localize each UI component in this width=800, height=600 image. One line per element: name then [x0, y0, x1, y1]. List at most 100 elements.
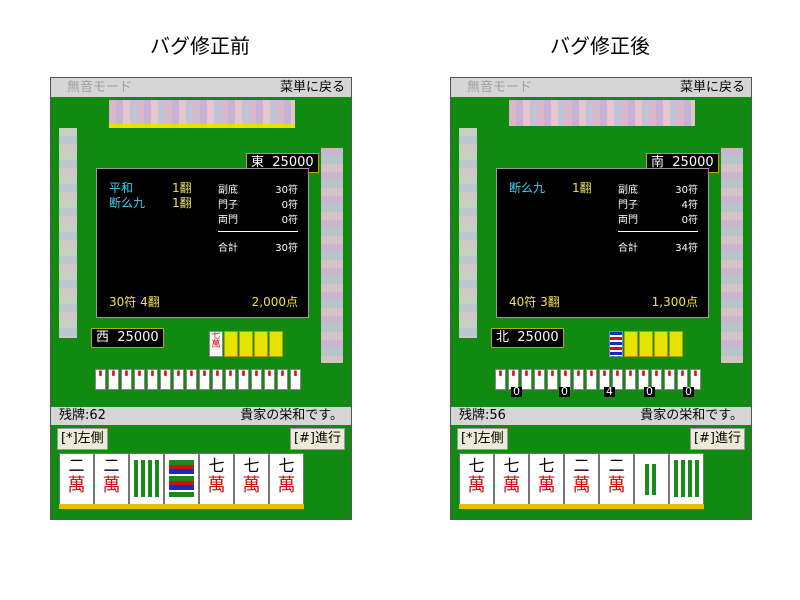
seat-tag-west: 西 25000	[91, 328, 164, 348]
dora-tile-back	[239, 331, 253, 357]
tile-number: 七	[503, 456, 520, 475]
game-screen-after: 無音モード 菜単に戻る 南 25000 断么九 1翻 副底 30符 門子 4符 …	[450, 77, 752, 520]
hand-edge	[459, 504, 704, 509]
opponent-left-wall	[59, 128, 77, 338]
tile-suit: 萬	[537, 475, 556, 496]
discard-tile: ▮	[160, 369, 171, 390]
opponent-top-wall-edge	[109, 124, 295, 128]
discard-count: 0	[559, 385, 570, 398]
proceed-softkey[interactable]: [#]進行	[689, 428, 745, 450]
left-softkey[interactable]: [*]左側	[457, 428, 508, 450]
discard-tile: ▮	[225, 369, 236, 390]
win-result-dialog: 断么九 1翻 副底 30符 門子 4符 両門 0符 合計 34符 40符 3翻 …	[496, 168, 709, 318]
top-bar: 無音モード 菜単に戻る	[451, 78, 751, 97]
discard-tile: ▮	[290, 369, 301, 390]
hand-tile-bamboo[interactable]	[669, 453, 704, 506]
dora-tile-back	[269, 331, 283, 357]
hand-tile[interactable]: 七 萬	[234, 453, 269, 506]
hand-tile-bamboo[interactable]	[129, 453, 164, 506]
opponent-left-wall	[459, 128, 477, 338]
hand-tile[interactable]: 七 萬	[269, 453, 304, 506]
fu-total-label: 合計	[618, 243, 638, 254]
tile-number: 七	[538, 456, 555, 475]
mute-mode-button[interactable]: 無音モード	[67, 78, 132, 97]
tile-suit: 萬	[277, 475, 296, 496]
discard-tile: ▮	[534, 369, 545, 390]
dora-tile-back	[669, 331, 683, 357]
hand-tile[interactable]: 七 萬	[199, 453, 234, 506]
discard-tile: ▮	[199, 369, 210, 390]
hand-tile[interactable]: 七 萬	[459, 453, 494, 506]
dora-tile-back	[654, 331, 668, 357]
proceed-softkey[interactable]: [#]進行	[289, 428, 345, 450]
hand-tile[interactable]: 二 萬	[59, 453, 94, 506]
hand-tile[interactable]: 七 萬	[529, 453, 564, 506]
yaku-han: 1翻	[572, 181, 592, 195]
ron-tile	[609, 331, 623, 357]
fu-total-value: 30符	[275, 243, 298, 254]
mute-mode-button[interactable]: 無音モード	[467, 78, 532, 97]
tile-number: 七	[208, 456, 225, 475]
hand-tile[interactable]: 七 萬	[494, 453, 529, 506]
fu-divider	[618, 231, 698, 232]
fu-value: 30符	[275, 185, 298, 196]
winning-points: 2,000点	[251, 295, 298, 309]
discard-tile: ▮	[625, 369, 636, 390]
yaku-name: 断么九	[109, 196, 146, 210]
fu-total-value: 34符	[675, 243, 698, 254]
remaining-tiles: 残牌:56	[459, 408, 506, 423]
discard-count: 0	[644, 385, 655, 398]
fu-label: 副底	[618, 185, 638, 196]
status-message: 貴家の栄和です。	[640, 408, 743, 423]
dora-tile-back	[254, 331, 268, 357]
dora-tile-back	[639, 331, 653, 357]
tile-number: 二	[573, 456, 590, 475]
seat-score: 25000	[517, 330, 559, 345]
tile-number: 七	[468, 456, 485, 475]
back-to-menu-button[interactable]: 菜単に戻る	[280, 78, 345, 97]
remaining-tiles: 残牌:62	[59, 408, 106, 423]
tile-number: 七	[278, 456, 295, 475]
fu-han-summary: 30符 4翻	[109, 295, 160, 309]
seat-wind: 西	[96, 330, 110, 345]
fu-label: 両門	[618, 215, 638, 226]
dora-tile-back	[624, 331, 638, 357]
discard-tile: ▮	[264, 369, 275, 390]
discard-tile: ▮	[277, 369, 288, 390]
bamboo-icon	[674, 460, 699, 497]
hand-tile[interactable]: 二 萬	[599, 453, 634, 506]
discard-tile: ▮	[238, 369, 249, 390]
opponent-right-wall	[321, 148, 343, 363]
discard-tile: ▮	[547, 369, 558, 390]
hand-tile-bamboo[interactable]	[164, 453, 199, 506]
hand-tile[interactable]: 二 萬	[564, 453, 599, 506]
hand-tile-bamboo[interactable]	[634, 453, 669, 506]
fu-value: 0符	[281, 215, 298, 226]
hand-edge	[59, 504, 304, 509]
bamboo-icon	[169, 460, 194, 497]
back-to-menu-button[interactable]: 菜単に戻る	[680, 78, 745, 97]
seat-tag-north: 北 25000	[491, 328, 564, 348]
discard-tile: ▮	[573, 369, 584, 390]
discard-tile: ▮	[108, 369, 119, 390]
fu-label: 門子	[618, 200, 638, 211]
fu-value: 0符	[281, 200, 298, 211]
discard-tile: ▮	[147, 369, 158, 390]
fu-label: 門子	[218, 200, 238, 211]
tile-suit: 萬	[67, 475, 86, 496]
tile-number: 二	[608, 456, 625, 475]
discard-tile: ▮	[212, 369, 223, 390]
fu-value: 30符	[675, 185, 698, 196]
tile-number: 二	[68, 456, 85, 475]
tile-suit: 萬	[572, 475, 591, 496]
discard-tile: ▮	[664, 369, 675, 390]
fu-han-summary: 40符 3翻	[509, 295, 560, 309]
fu-divider	[218, 231, 298, 232]
fu-label: 両門	[218, 215, 238, 226]
bamboo-icon	[134, 460, 159, 497]
hand-tile[interactable]: 二 萬	[94, 453, 129, 506]
discard-tile: ▮	[173, 369, 184, 390]
left-softkey[interactable]: [*]左側	[57, 428, 108, 450]
caption-after: バグ修正後	[550, 34, 650, 58]
status-bar: 残牌:62 貴家の栄和です。	[51, 407, 351, 425]
